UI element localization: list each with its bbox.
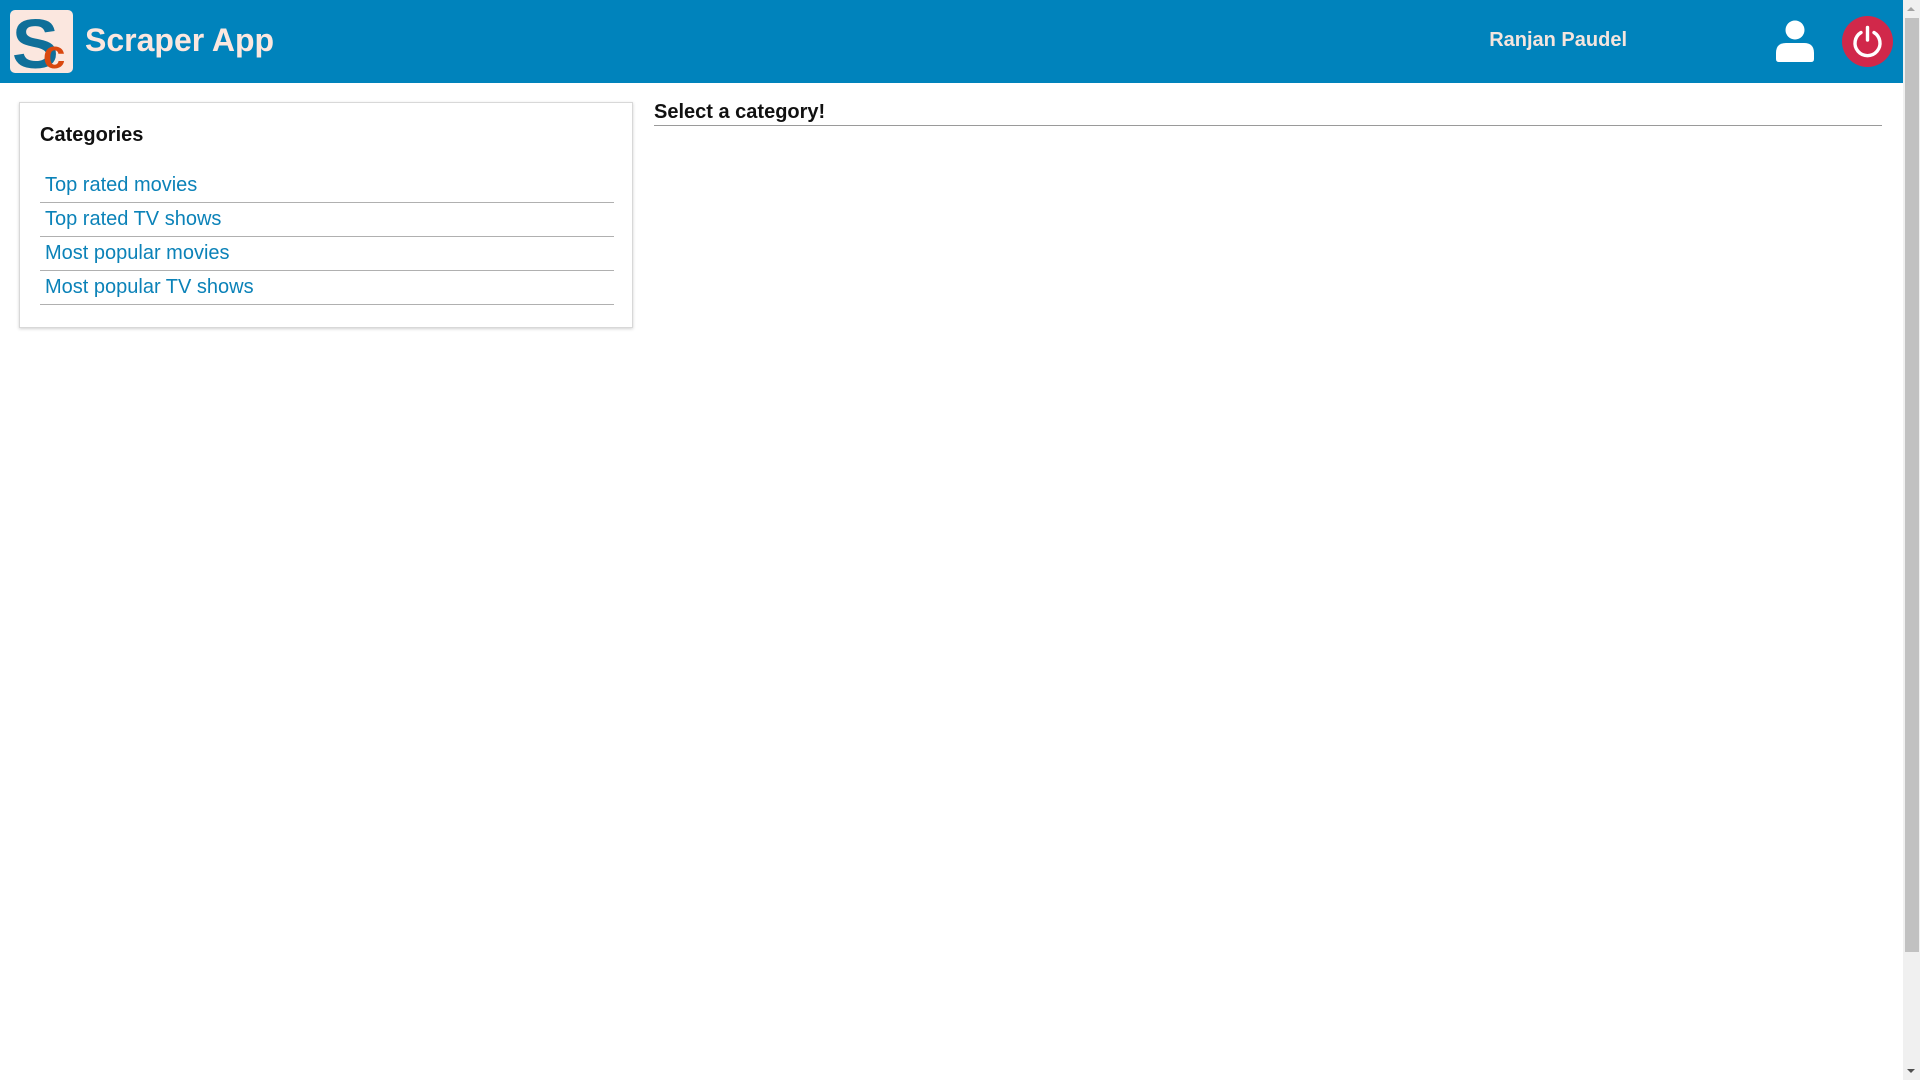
user-name: Ranjan Paudel [1489, 29, 1627, 51]
categories-title: Categories [40, 124, 144, 146]
power-icon [1853, 25, 1882, 58]
category-link-most-popular-tv-shows[interactable]: Most popular TV shows [45, 276, 254, 298]
svg-text:c: c [43, 33, 65, 73]
category-item: Top rated TV shows [40, 204, 614, 237]
content-heading: Select a category! [654, 100, 1882, 126]
category-link-top-rated-movies[interactable]: Top rated movies [45, 174, 197, 196]
app-logo[interactable]: S c [10, 10, 73, 73]
logout-button[interactable] [1842, 16, 1893, 67]
scrollbar-thumb[interactable] [1905, 18, 1919, 952]
categories-panel: Categories Top rated movies Top rated TV… [19, 102, 633, 328]
vertical-scrollbar[interactable] [1903, 0, 1920, 1080]
categories-list: Top rated movies Top rated TV shows Most… [40, 170, 614, 306]
scroll-up-arrow-icon[interactable] [1903, 0, 1920, 17]
category-link-top-rated-tv-shows[interactable]: Top rated TV shows [45, 208, 221, 230]
category-item: Top rated movies [40, 170, 614, 203]
scroll-down-arrow-icon[interactable] [1903, 1063, 1920, 1080]
user-icon[interactable] [1776, 20, 1814, 62]
category-item: Most popular movies [40, 238, 614, 271]
category-link-most-popular-movies[interactable]: Most popular movies [45, 242, 230, 264]
app-header: S c Scraper App Ranjan Paudel [0, 0, 1903, 83]
page: S c Scraper App Ranjan Paudel Categories… [0, 0, 1903, 1080]
category-item: Most popular TV shows [40, 272, 614, 305]
app-title[interactable]: Scraper App [85, 20, 274, 60]
logo-icon: S c [12, 10, 65, 73]
